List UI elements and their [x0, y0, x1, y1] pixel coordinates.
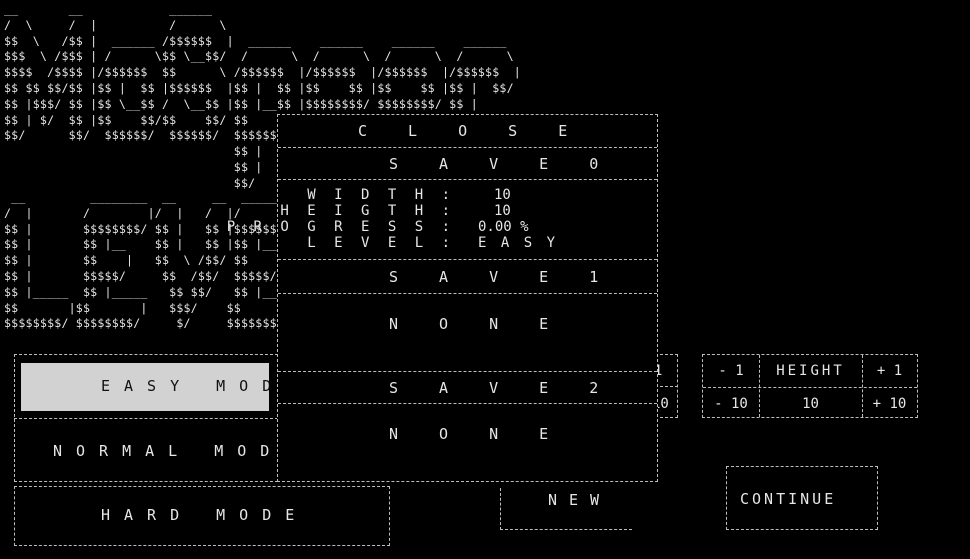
save1-header[interactable]: S A V E 1 [278, 261, 657, 293]
height-plus10-button[interactable]: + 10 [862, 396, 917, 412]
continue-label: CONTINUE [740, 490, 837, 508]
save0-level-value: E A S Y [478, 235, 559, 251]
save0-details[interactable]: W I D T H : 10 H E I G T H : 10 P R O G … [227, 181, 657, 259]
save-modal: C L O S E S A V E 0 W I D T H : 10 H E I… [227, 114, 658, 482]
save0-header[interactable]: S A V E 0 [278, 149, 657, 179]
save2-header-label: S A V E 2 [389, 379, 615, 397]
close-button[interactable]: C L O S E [278, 115, 657, 147]
save2-content[interactable]: N O N E [278, 405, 657, 479]
easy-mode-label: EASY MODE [101, 377, 269, 395]
save0-level-label: L E V E L : [307, 235, 455, 251]
normal-mode-label: NORMAL MODE [53, 442, 269, 460]
height-value: 10 [802, 396, 819, 412]
height-control: - 1 HEIGHT + 1 - 10 10 + 10 [702, 354, 918, 418]
new-button[interactable]: NEW [500, 488, 632, 530]
hard-mode-label: HARD MODE [101, 506, 309, 524]
save1-content[interactable]: N O N E [278, 295, 657, 371]
save0-width-label: W I D T H : [307, 187, 455, 203]
save0-height-label: H E I G T H : [280, 203, 455, 219]
height-plus1-button[interactable]: + 1 [862, 363, 917, 379]
save0-progress-label: P R O G R E S S : [226, 219, 455, 235]
save0-width-value: 10 [494, 187, 511, 203]
new-label: NEW [548, 491, 612, 509]
save0-height-value: 10 [494, 203, 511, 219]
save0-progress-value: 0.00 % [478, 219, 529, 235]
save1-header-label: S A V E 1 [389, 268, 615, 286]
save0-header-label: S A V E 0 [389, 155, 615, 173]
save1-content-label: N O N E [389, 315, 565, 333]
normal-mode-button[interactable]: NORMAL MODE [21, 426, 269, 474]
hard-mode-button[interactable]: HARD MODE [14, 486, 390, 546]
save2-header[interactable]: S A V E 2 [278, 373, 657, 403]
height-minus10-button[interactable]: - 10 [703, 396, 759, 412]
height-minus1-button[interactable]: - 1 [703, 363, 759, 379]
close-label: C L O S E [358, 122, 584, 140]
height-label: HEIGHT [776, 363, 845, 379]
easy-mode-button[interactable]: EASY MODE [21, 363, 269, 411]
continue-button[interactable]: CONTINUE [726, 466, 878, 530]
save2-content-label: N O N E [389, 425, 565, 443]
